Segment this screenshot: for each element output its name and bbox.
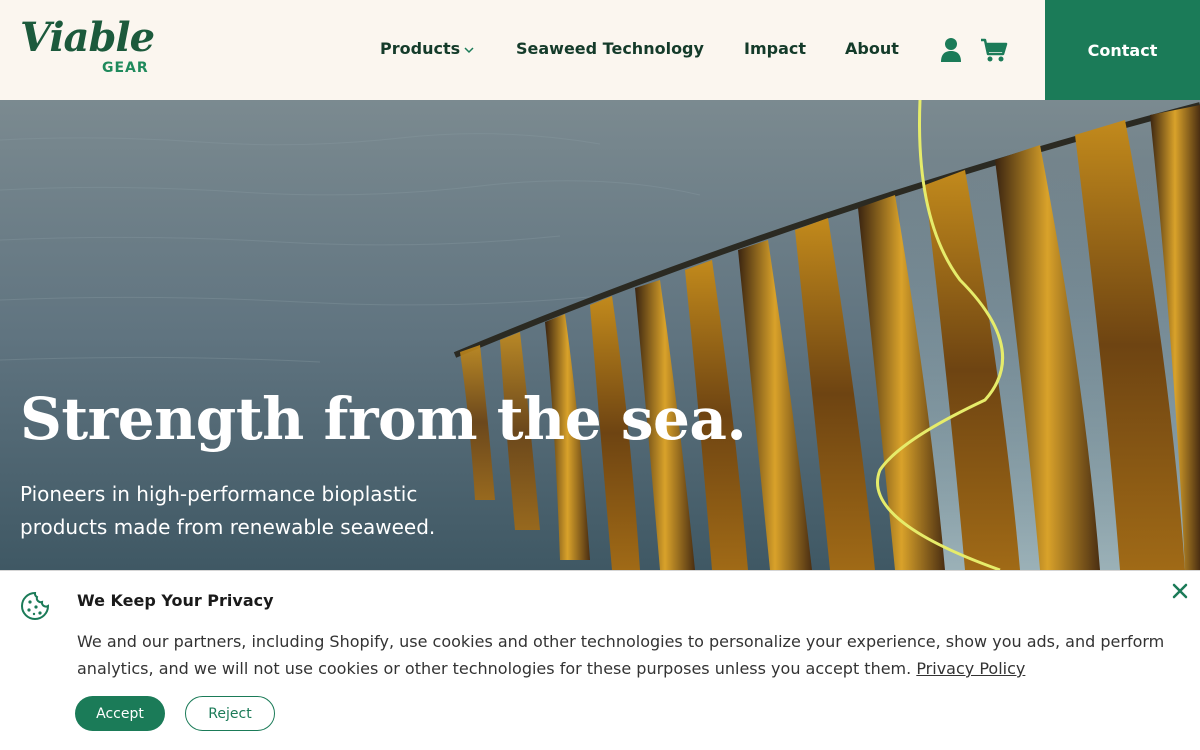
nav-item-products[interactable]: Products xyxy=(380,39,475,58)
nav-item-impact[interactable]: Impact xyxy=(744,39,806,58)
nav-item-seaweed-technology[interactable]: Seaweed Technology xyxy=(516,39,704,58)
nav-item-label: Products xyxy=(380,39,461,58)
cookie-title: We Keep Your Privacy xyxy=(77,591,274,610)
cookie-banner: We Keep Your Privacy We and our partners… xyxy=(0,570,1200,750)
nav-item-label: About xyxy=(845,39,899,58)
reject-button[interactable]: Reject xyxy=(185,696,275,731)
logo-wordmark: Viable xyxy=(20,14,155,61)
privacy-policy-link[interactable]: Privacy Policy xyxy=(916,659,1025,678)
nav-item-about[interactable]: About xyxy=(845,39,899,58)
hero-section: Strength from the sea. Pioneers in high-… xyxy=(0,100,1200,570)
cookie-icon xyxy=(21,591,50,620)
user-icon[interactable] xyxy=(940,37,962,63)
contact-button[interactable]: Contact xyxy=(1045,0,1200,100)
accept-button[interactable]: Accept xyxy=(75,696,165,731)
site-header: Viable GEAR Products Seaweed Technology … xyxy=(0,0,1200,100)
hero-subtitle: Pioneers in high-performance bioplastic … xyxy=(20,482,436,539)
cookie-description: We and our partners, including Shopify, … xyxy=(77,628,1187,682)
logo-subtitle: GEAR xyxy=(102,60,149,76)
nav-item-label: Impact xyxy=(744,39,807,58)
nav-item-label: Seaweed Technology xyxy=(516,39,704,58)
close-icon[interactable] xyxy=(1170,581,1190,601)
contact-label: Contact xyxy=(1087,40,1158,60)
cart-icon[interactable] xyxy=(980,37,1008,63)
viable-gear-logo[interactable]: Viable GEAR xyxy=(20,14,155,80)
chevron-down-icon xyxy=(464,46,474,53)
hero-title: Strength from the sea. xyxy=(20,385,747,453)
